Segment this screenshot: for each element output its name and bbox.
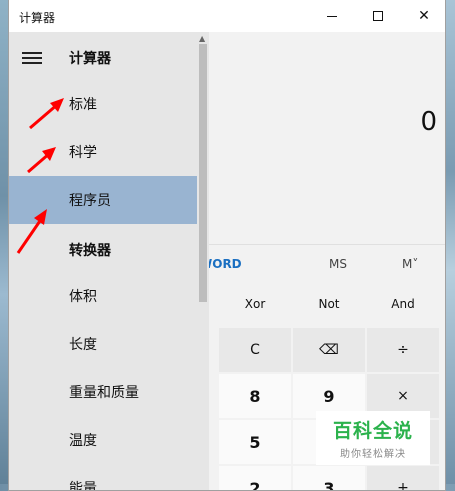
result-display: 0 (199, 32, 445, 242)
nav-item-label: 温度 (69, 433, 97, 449)
digit-8-key[interactable]: 8 (219, 374, 291, 418)
minimize-icon (327, 15, 337, 17)
scroll-up-icon[interactable]: ▲ (199, 34, 205, 43)
scroll-thumb[interactable] (199, 44, 207, 302)
memory-view-button[interactable]: M˅ (402, 257, 418, 271)
clear-key[interactable]: C (219, 328, 291, 372)
minimize-button[interactable] (309, 0, 355, 32)
digit-2-key[interactable]: 2 (219, 466, 291, 490)
plus-key[interactable]: + (367, 466, 439, 490)
nav-item-label: 体积 (69, 289, 97, 305)
backspace-key[interactable]: ⌫ (293, 328, 365, 372)
digit-5-key[interactable]: 5 (219, 420, 291, 464)
divide-key[interactable]: ÷ (367, 328, 439, 372)
nav-item-volume[interactable]: 体积 (9, 272, 197, 320)
window-title: 计算器 (19, 11, 56, 25)
nav-item-scientific[interactable]: 科学 (9, 128, 197, 176)
xor-key[interactable]: Xor (219, 282, 291, 326)
navigation-pane: 计算器 标准 科学 程序员 转换器 体积 长度 重量和质量 温度 能量 ▲ (9, 32, 209, 491)
nav-item-label: 重量和质量 (69, 385, 139, 401)
nav-item-label: 长度 (69, 337, 97, 353)
desktop-background-right (446, 0, 455, 491)
nav-item-length[interactable]: 长度 (9, 320, 197, 368)
digit-3-key[interactable]: 3 (293, 466, 365, 490)
maximize-button[interactable] (355, 0, 401, 32)
memory-store-button[interactable]: MS (329, 257, 347, 271)
watermark-logo: 百科全说 助你轻松解决 (316, 411, 430, 465)
desktop-background-left (0, 0, 8, 491)
and-key[interactable]: And (367, 282, 439, 326)
nav-item-label: 能量 (69, 481, 97, 491)
nav-item-energy[interactable]: 能量 (9, 464, 197, 491)
nav-scrollbar[interactable]: ▲ (197, 32, 209, 490)
memory-row: WORD MS M˅ (199, 244, 445, 282)
nav-item-standard[interactable]: 标准 (9, 80, 197, 128)
nav-item-label: 科学 (69, 145, 97, 161)
watermark-sub-text: 助你轻松解决 (340, 449, 406, 460)
nav-item-label: 标准 (69, 97, 97, 113)
nav-item-weight[interactable]: 重量和质量 (9, 368, 197, 416)
title-bar: 计算器 ✕ (9, 0, 445, 32)
nav-header: 计算器 (69, 51, 111, 67)
nav-item-label: 程序员 (69, 193, 111, 209)
nav-item-temperature[interactable]: 温度 (9, 416, 197, 464)
not-key[interactable]: Not (293, 282, 365, 326)
close-button[interactable]: ✕ (401, 0, 445, 32)
watermark-main-text: 百科全说 (332, 420, 413, 442)
maximize-icon (373, 11, 383, 21)
hamburger-menu-icon[interactable] (22, 52, 42, 64)
display-value: 0 (420, 107, 437, 137)
nav-item-programmer[interactable]: 程序员 (9, 176, 197, 224)
converter-header: 转换器 (69, 243, 111, 259)
close-icon: ✕ (418, 8, 430, 24)
